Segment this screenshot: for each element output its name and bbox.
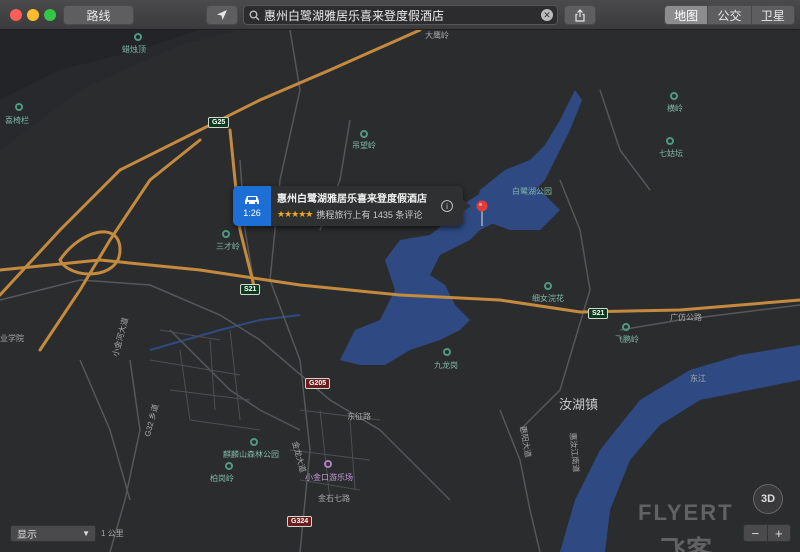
- poi-marker[interactable]: [134, 33, 142, 41]
- poi-marker[interactable]: [666, 137, 674, 145]
- poi-marker[interactable]: [15, 103, 23, 111]
- shield-s21-east: S21: [588, 308, 609, 319]
- poi-marker[interactable]: [360, 130, 368, 138]
- label-baigangling: 柏岗岭: [210, 474, 234, 483]
- chevron-down-icon: ▼: [82, 529, 90, 538]
- label-bailuhu-park: 白鹭湖公园: [512, 187, 552, 196]
- tab-map[interactable]: 地图: [665, 6, 709, 24]
- zoom-in-button[interactable]: +: [768, 525, 791, 541]
- label-sancailing: 三才岭: [216, 242, 240, 251]
- poi-marker[interactable]: [622, 323, 630, 331]
- shield-g324: G324: [287, 516, 313, 527]
- share-button[interactable]: [564, 5, 596, 25]
- info-icon[interactable]: i: [441, 200, 453, 212]
- label-xueyuan: 业学院: [0, 334, 24, 343]
- label-dongzheng-road: 东征路: [347, 412, 371, 421]
- shield-g25: G25: [208, 117, 230, 128]
- label-qilin-park: 麒麟山森林公园: [223, 450, 279, 459]
- current-location-button[interactable]: [206, 5, 238, 25]
- lake-bailuhu: [340, 90, 582, 365]
- callout-info: 惠州白鹭湖雅居乐喜来登度假酒店 ★★★★★ 携程旅行上有 1435 条评论: [271, 186, 463, 226]
- search-icon: [249, 10, 260, 21]
- tab-satellite[interactable]: 卫星: [751, 6, 794, 24]
- 3d-button[interactable]: 3D: [753, 484, 783, 514]
- location-arrow-icon: [217, 10, 227, 20]
- label-henglin: 横岭: [667, 104, 683, 113]
- poi-marker[interactable]: [225, 462, 233, 470]
- place-name: 惠州白鹭湖雅居乐喜来登度假酒店: [277, 194, 427, 205]
- car-icon: [245, 196, 259, 205]
- map-type-segmented-control: 地图 公交 卫星: [664, 5, 795, 25]
- scale-label: 1 公里: [101, 529, 124, 538]
- search-input[interactable]: 惠州白鹭湖雅居乐喜来登度假酒店 ✕: [243, 5, 558, 25]
- label-dongjiang: 东江: [690, 374, 706, 383]
- watermark-text-cn: 飞客: [660, 535, 713, 552]
- drive-time: 1:26: [243, 208, 261, 218]
- label-xinvhuanhua: 细女浣花: [532, 294, 564, 303]
- zoom-control: − +: [743, 524, 791, 542]
- zoom-window-button[interactable]: [44, 9, 56, 21]
- label-xiaojinkou-park: 小金口游乐场: [305, 473, 353, 482]
- label-xiyilan: 喜椅栏: [5, 116, 29, 125]
- clear-search-icon[interactable]: ✕: [541, 9, 553, 21]
- search-value: 惠州白鹭湖雅居乐喜来登度假酒店: [264, 8, 445, 23]
- watermark-text: FLYERT: [638, 500, 734, 525]
- close-window-button[interactable]: [10, 9, 22, 21]
- poi-marker[interactable]: [544, 282, 552, 290]
- label-diaowangling: 吊望岭: [352, 141, 376, 150]
- label-ruhu-town: 汝湖镇: [559, 397, 599, 412]
- callout-tail: [463, 200, 471, 212]
- review-count: 携程旅行上有 1435 条评论: [316, 210, 423, 220]
- share-icon: [575, 8, 585, 22]
- poi-marker[interactable]: [222, 230, 230, 238]
- map-canvas[interactable]: G25 S21 S21 G205 G324 蜡烛顶 大鹰岭 喜椅栏 吊望岭 横岭…: [0, 30, 800, 552]
- shield-s21-west: S21: [240, 284, 261, 295]
- place-rating: ★★★★★ 携程旅行上有 1435 条评论: [277, 208, 457, 221]
- poi-marker[interactable]: [324, 460, 332, 468]
- label-jiulonggang: 九龙岗: [434, 361, 458, 370]
- rating-stars: ★★★★★: [277, 209, 313, 219]
- zoom-out-button[interactable]: −: [744, 525, 768, 541]
- directions-button[interactable]: 1:26: [233, 186, 271, 226]
- tab-transit[interactable]: 公交: [708, 6, 752, 24]
- display-select-value: 显示: [17, 530, 37, 541]
- poi-marker[interactable]: [443, 348, 451, 356]
- toolbar: 路线 惠州白鹭湖雅居乐喜来登度假酒店 ✕ 地图 公交 卫星: [0, 0, 800, 30]
- label-damoling: 大鹰岭: [425, 31, 449, 40]
- shield-g205: G205: [305, 378, 331, 389]
- label-feipengling: 飞鹏岭: [615, 335, 639, 344]
- display-select[interactable]: 显示 ▼: [10, 525, 96, 542]
- poi-marker[interactable]: [670, 92, 678, 100]
- label-labazhu: 蜡烛顶: [122, 45, 146, 54]
- label-qiguotan: 七姑坛: [659, 149, 683, 158]
- place-callout[interactable]: 1:26 惠州白鹭湖雅居乐喜来登度假酒店 ★★★★★ 携程旅行上有 1435 条…: [233, 186, 471, 226]
- label-jinshi-road: 金石七路: [318, 494, 350, 503]
- route-button[interactable]: 路线: [63, 5, 134, 25]
- poi-marker[interactable]: [250, 438, 258, 446]
- minimize-window-button[interactable]: [27, 9, 39, 21]
- label-guangfang-road: 广仿公路: [670, 313, 702, 322]
